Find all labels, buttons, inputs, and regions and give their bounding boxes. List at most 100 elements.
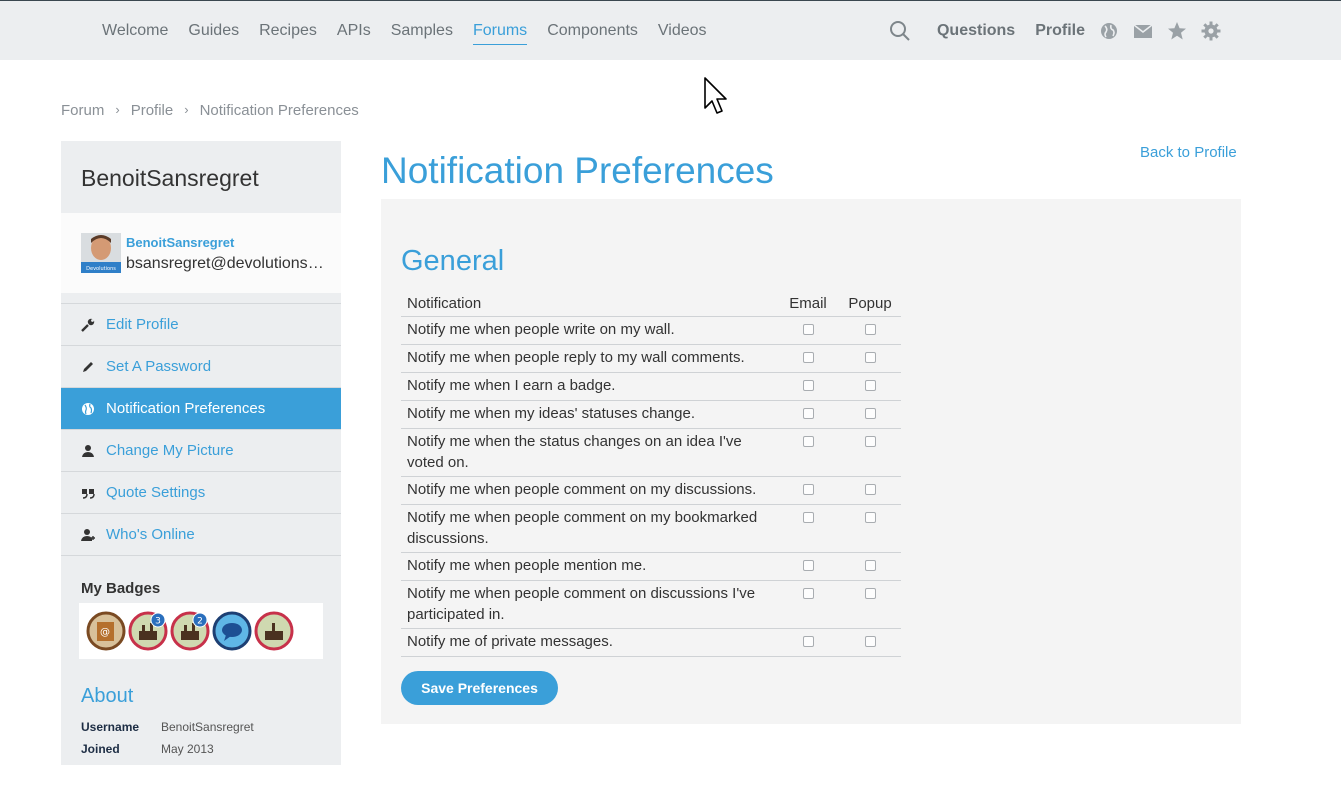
wrench-icon <box>81 318 95 332</box>
nav-profile[interactable]: Profile <box>1035 22 1085 40</box>
section-title: General <box>401 245 505 277</box>
sidebar-item-set-password[interactable]: Set A Password <box>61 346 341 388</box>
nav-recipes[interactable]: Recipes <box>259 18 317 44</box>
column-header-popup: Popup <box>839 292 901 317</box>
sidebar-item-label: Quote Settings <box>106 484 206 501</box>
breadcrumb-separator: › <box>115 102 120 117</box>
table-row: Notify me when people write on my wall. <box>401 316 901 345</box>
table-header-row: Notification Email Popup <box>401 292 901 317</box>
avatar[interactable]: Devolutions <box>81 233 121 273</box>
notification-label: Notify me when people write on my wall. <box>401 316 777 345</box>
sidebar-item-whos-online[interactable]: Who's Online <box>61 514 341 556</box>
sidebar-item-label: Change My Picture <box>106 442 234 459</box>
popup-checkbox[interactable] <box>864 587 876 599</box>
email-checkbox[interactable] <box>802 351 814 363</box>
sidebar-item-notification-preferences[interactable]: Notification Preferences <box>61 388 341 430</box>
notification-label: Notify me when people mention me. <box>401 552 777 581</box>
back-to-profile-link[interactable]: Back to Profile <box>1140 144 1237 161</box>
preferences-rows: Notify me when people write on my wall. … <box>401 316 901 657</box>
save-preferences-button[interactable]: Save Preferences <box>401 671 558 705</box>
email-checkbox[interactable] <box>802 379 814 391</box>
badge-count: 2 <box>197 617 203 627</box>
about-row: Joined May 2013 <box>61 738 341 760</box>
notification-label: Notify me when people reply to my wall c… <box>401 344 777 373</box>
nav-welcome[interactable]: Welcome <box>102 18 168 44</box>
user-card-name[interactable]: BenoitSansregret <box>126 235 234 250</box>
table-row: Notify me when the status changes on an … <box>401 428 901 477</box>
notification-label: Notify me when people comment on my disc… <box>401 476 777 505</box>
globe-icon[interactable] <box>1099 21 1119 41</box>
about-key: Visits <box>81 764 161 765</box>
star-icon[interactable] <box>1167 21 1187 41</box>
nav-samples[interactable]: Samples <box>391 18 453 44</box>
popup-checkbox[interactable] <box>864 483 876 495</box>
notification-label: Notify me when people comment on my book… <box>401 504 777 553</box>
sidebar-item-label: Edit Profile <box>106 316 179 333</box>
email-checkbox[interactable] <box>802 483 814 495</box>
user-card-email: bsansregret@devolutions.net <box>126 255 326 272</box>
nav-right: Questions Profile <box>889 1 1221 61</box>
column-header-notification: Notification <box>401 292 777 317</box>
badges-list: @ 3 2 <box>79 603 323 659</box>
preferences-panel: General Notification Email Popup Notify … <box>381 199 1241 724</box>
about-value: May 2013 <box>161 742 214 756</box>
badge-item[interactable]: @ <box>86 611 126 651</box>
notification-label: Notify me when my ideas' statuses change… <box>401 400 777 429</box>
popup-checkbox[interactable] <box>864 379 876 391</box>
sidebar-item-change-picture[interactable]: Change My Picture <box>61 430 341 472</box>
gear-icon[interactable] <box>1201 21 1221 41</box>
nav-apis[interactable]: APIs <box>337 18 371 44</box>
nav-guides[interactable]: Guides <box>188 18 239 44</box>
breadcrumb-forum[interactable]: Forum <box>61 102 104 119</box>
email-checkbox[interactable] <box>802 635 814 647</box>
popup-checkbox[interactable] <box>864 407 876 419</box>
about-title: About <box>81 685 134 707</box>
breadcrumb-separator: › <box>184 102 189 117</box>
table-row: Notify me of private messages. <box>401 628 901 657</box>
nav-videos[interactable]: Videos <box>658 18 707 44</box>
sidebar-item-quote-settings[interactable]: Quote Settings <box>61 472 341 514</box>
breadcrumb-profile[interactable]: Profile <box>131 102 174 119</box>
mail-icon[interactable] <box>1133 21 1153 41</box>
badges-title: My Badges <box>81 580 161 597</box>
notification-label: Notify me of private messages. <box>401 628 777 657</box>
table-row: Notify me when people mention me. <box>401 552 901 581</box>
email-checkbox[interactable] <box>802 559 814 571</box>
about-value: 90 <box>161 764 174 765</box>
search-icon[interactable] <box>889 20 911 42</box>
popup-checkbox[interactable] <box>864 435 876 447</box>
svg-text:@: @ <box>100 627 110 638</box>
sidebar-item-label: Set A Password <box>106 358 212 375</box>
top-navigation: Welcome Guides Recipes APIs Samples Foru… <box>0 0 1341 60</box>
badge-count: 3 <box>155 617 161 627</box>
sidebar-item-label: Who's Online <box>106 526 195 543</box>
main-nav: Welcome Guides Recipes APIs Samples Foru… <box>92 1 717 61</box>
profile-sidebar: BenoitSansregret Devolutions BenoitSansr… <box>61 141 341 765</box>
avatar-caption: Devolutions <box>86 266 116 272</box>
badge-item[interactable] <box>254 611 294 651</box>
badge-item[interactable]: 3 <box>128 611 168 651</box>
popup-checkbox[interactable] <box>864 511 876 523</box>
about-key: Joined <box>81 742 120 756</box>
badge-item[interactable] <box>212 611 252 651</box>
popup-checkbox[interactable] <box>864 351 876 363</box>
email-checkbox[interactable] <box>802 587 814 599</box>
table-row: Notify me when people comment on my disc… <box>401 476 901 505</box>
popup-checkbox[interactable] <box>864 323 876 335</box>
sidebar-item-edit-profile[interactable]: Edit Profile <box>61 304 341 346</box>
globe-icon <box>81 402 95 416</box>
popup-checkbox[interactable] <box>864 635 876 647</box>
user-icon <box>81 444 95 458</box>
badge-item[interactable]: 2 <box>170 611 210 651</box>
notification-label: Notify me when I earn a badge. <box>401 372 777 401</box>
nav-forums[interactable]: Forums <box>472 18 528 45</box>
user-online-icon <box>81 528 95 542</box>
popup-checkbox[interactable] <box>864 559 876 571</box>
nav-questions[interactable]: Questions <box>937 22 1015 40</box>
sidebar-menu: Edit Profile Set A Password Notification… <box>61 303 341 556</box>
email-checkbox[interactable] <box>802 407 814 419</box>
email-checkbox[interactable] <box>802 323 814 335</box>
email-checkbox[interactable] <box>802 511 814 523</box>
nav-components[interactable]: Components <box>547 18 638 44</box>
email-checkbox[interactable] <box>802 435 814 447</box>
